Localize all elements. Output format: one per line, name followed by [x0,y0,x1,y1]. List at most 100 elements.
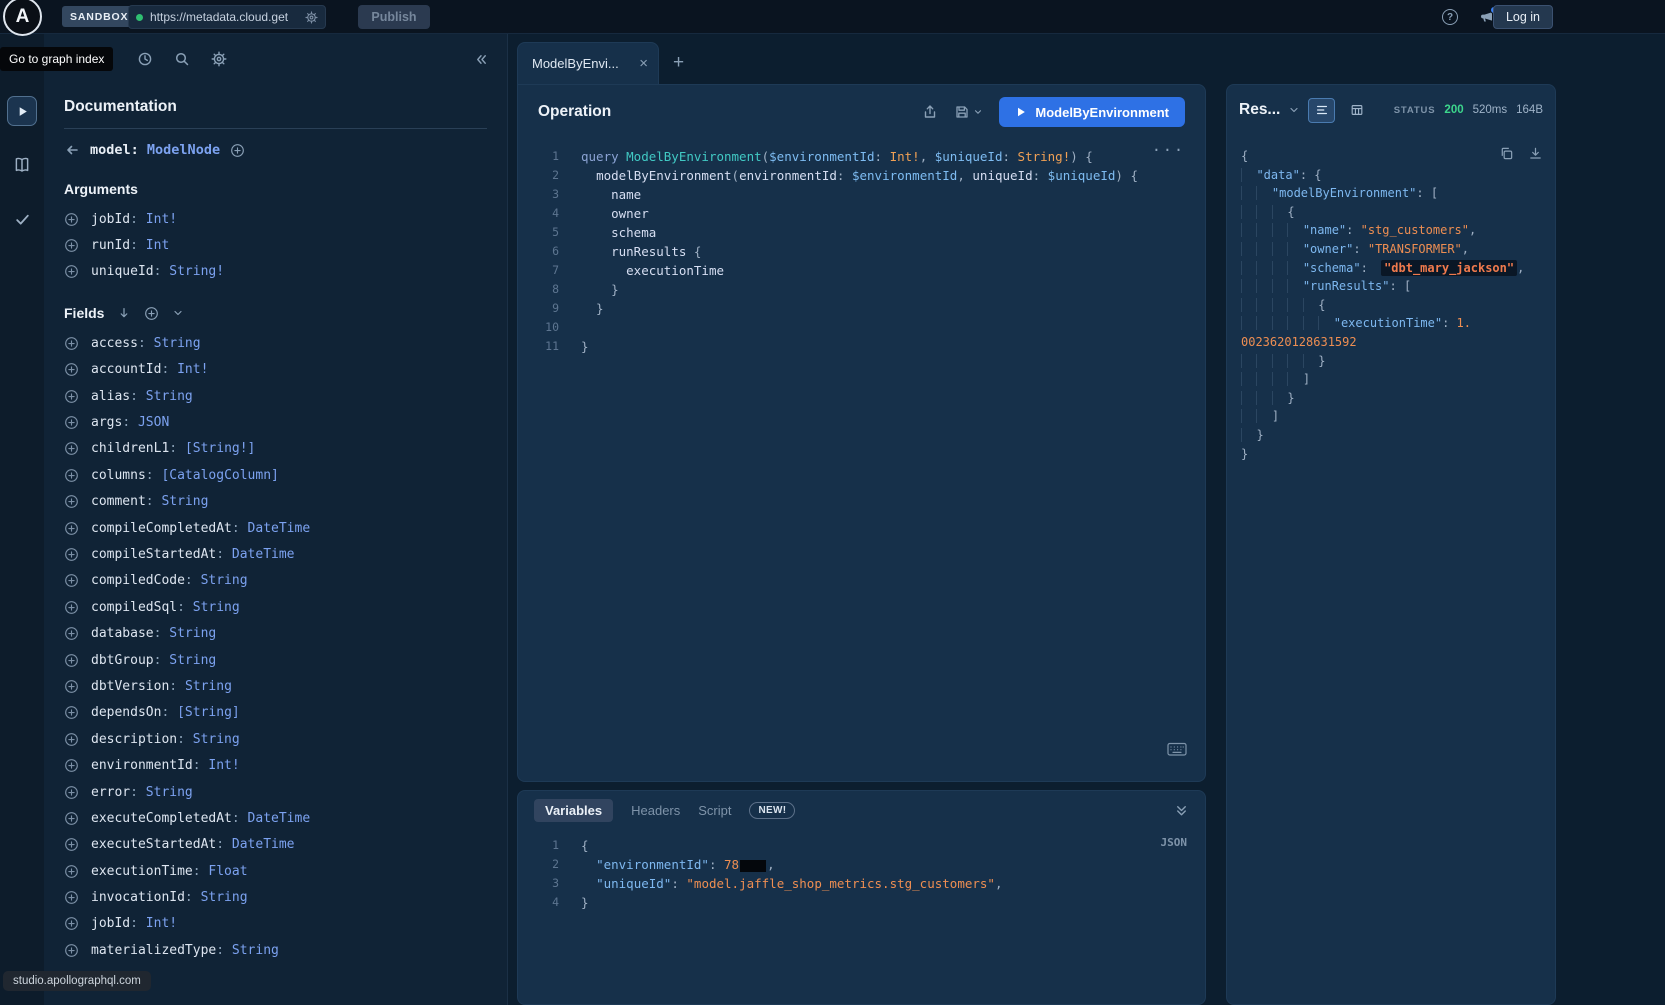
code-line[interactable]: 3 "uniqueId": "model.jaffle_shop_metrics… [518,874,1205,893]
add-field-icon[interactable] [64,415,79,430]
response-table-view-button[interactable] [1343,98,1370,123]
operation-tab[interactable]: ModelByEnvi... × [517,42,659,84]
doc-field-row[interactable]: dependsOn: [String] [64,700,487,726]
add-field-icon[interactable] [64,336,79,351]
doc-field-row[interactable]: args: JSON [64,409,487,435]
type-link[interactable]: String [201,573,248,588]
doc-field-row[interactable]: environmentId: Int! [64,752,487,778]
rail-schema-button[interactable] [7,150,37,180]
collapse-sidebar-icon[interactable] [474,52,489,67]
rail-explorer-button[interactable] [7,96,37,126]
add-field-icon[interactable] [64,785,79,800]
add-field-icon[interactable] [64,916,79,931]
add-field-icon[interactable] [64,494,79,509]
history-icon[interactable] [137,51,153,67]
code-line[interactable]: 3 name [518,185,1205,204]
add-field-icon[interactable] [64,573,79,588]
run-operation-button[interactable]: ModelByEnvironment [999,97,1185,127]
variables-tab-variables[interactable]: Variables [534,799,613,822]
add-field-icon[interactable] [64,679,79,694]
variables-tab-script[interactable]: Script [698,803,731,818]
type-link[interactable]: DateTime [232,837,295,852]
doc-field-row[interactable]: executeCompletedAt: DateTime [64,805,487,831]
add-field-icon[interactable] [64,705,79,720]
apollo-logo[interactable]: A [3,0,42,36]
code-line[interactable]: } [1241,352,1541,371]
add-field-icon[interactable] [64,943,79,958]
new-tab-icon[interactable]: + [673,53,684,72]
type-link[interactable]: Int! [146,212,177,227]
copy-response-icon[interactable] [1499,146,1514,161]
type-link[interactable]: String [169,653,216,668]
doc-field-row[interactable]: access: String [64,330,487,356]
type-link[interactable]: String [193,732,240,747]
type-link[interactable]: String! [169,264,224,279]
login-button[interactable]: Log in [1493,5,1553,29]
code-line[interactable]: "runResults": [ [1241,277,1541,296]
chevron-down-icon[interactable] [172,307,184,319]
add-field-icon[interactable] [64,837,79,852]
type-link[interactable]: [CatalogColumn] [161,468,278,483]
doc-field-row[interactable]: compiledCode: String [64,568,487,594]
doc-field-row[interactable]: columns: [CatalogColumn] [64,462,487,488]
close-tab-icon[interactable]: × [639,56,648,71]
operation-editor[interactable]: 1query ModelByEnvironment($environmentId… [518,139,1205,356]
code-line[interactable]: "data": { [1241,166,1541,185]
code-line[interactable]: 2 "environmentId": 78, [518,855,1205,874]
response-raw-view-button[interactable] [1308,98,1335,123]
breadcrumb-type-link[interactable]: ModelNode [147,142,220,158]
sort-fields-icon[interactable] [117,306,131,320]
code-line[interactable]: 11} [518,337,1205,356]
add-field-icon[interactable] [64,653,79,668]
doc-field-row[interactable]: comment: String [64,489,487,515]
type-link[interactable]: Int [146,238,169,253]
code-line[interactable]: 7 executionTime [518,261,1205,280]
add-field-icon[interactable] [64,811,79,826]
variables-editor[interactable]: 1{2 "environmentId": 78,3 "uniqueId": "m… [518,829,1205,912]
code-line[interactable]: } [1241,389,1541,408]
type-link[interactable]: String [193,600,240,615]
doc-field-row[interactable]: uniqueId: String! [64,259,487,285]
endpoint-input[interactable]: https://metadata.cloud.get [128,5,326,29]
doc-field-row[interactable]: accountId: Int! [64,357,487,383]
code-line[interactable]: 4} [518,893,1205,912]
type-link[interactable]: String [146,785,193,800]
doc-field-row[interactable]: description: String [64,726,487,752]
code-line[interactable]: 5 schema [518,223,1205,242]
add-field-icon[interactable] [64,600,79,615]
code-line[interactable]: { [1241,203,1541,222]
keyboard-shortcuts-icon[interactable] [1167,742,1187,757]
add-field-icon[interactable] [64,468,79,483]
add-field-icon[interactable] [64,441,79,456]
type-link[interactable]: String [154,336,201,351]
response-chevron-icon[interactable] [1288,104,1300,116]
code-line[interactable]: { [1241,296,1541,315]
add-field-icon[interactable] [64,521,79,536]
type-link[interactable]: Float [208,864,247,879]
code-line[interactable]: } [1241,426,1541,445]
doc-field-row[interactable]: alias: String [64,383,487,409]
doc-field-row[interactable]: materializedType: String [64,937,487,963]
add-all-fields-icon[interactable] [144,306,159,321]
code-line[interactable]: "name": "stg_customers", [1241,221,1541,240]
add-field-icon[interactable] [64,389,79,404]
type-link[interactable]: String [232,943,279,958]
type-link[interactable]: String [161,494,208,509]
code-line[interactable]: 6 runResults { [518,242,1205,261]
add-field-icon[interactable] [64,362,79,377]
doc-field-row[interactable]: dbtGroup: String [64,647,487,673]
type-link[interactable]: Int! [208,758,239,773]
code-line[interactable]: 1{ [518,836,1205,855]
doc-field-row[interactable]: jobId: Int! [64,206,487,232]
variables-tab-headers[interactable]: Headers [631,803,680,818]
type-link[interactable]: [String!] [185,441,255,456]
type-link[interactable]: Int! [177,362,208,377]
add-field-icon[interactable] [64,864,79,879]
code-line[interactable]: ] [1241,370,1541,389]
doc-field-row[interactable]: childrenL1: [String!] [64,436,487,462]
collapse-panel-icon[interactable] [1174,803,1189,818]
doc-field-row[interactable]: invocationId: String [64,884,487,910]
code-line[interactable]: { [1241,147,1541,166]
doc-field-row[interactable]: compileCompletedAt: DateTime [64,515,487,541]
operation-menu-icon[interactable]: ··· [1152,141,1185,160]
